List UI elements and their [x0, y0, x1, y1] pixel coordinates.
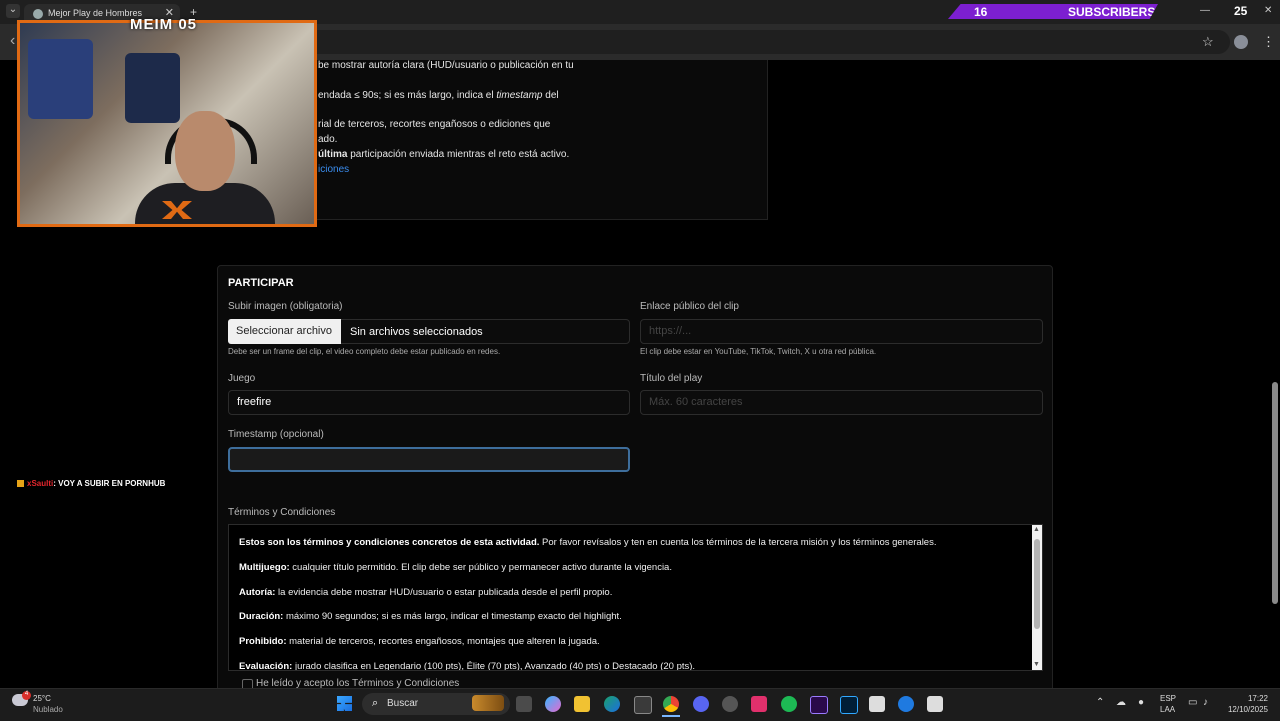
page-scroll-thumb[interactable] — [1272, 382, 1278, 604]
game-label: Juego — [228, 373, 256, 384]
subscriber-count: 16 — [974, 5, 988, 19]
chat-user: xSaulti — [27, 479, 54, 488]
terms-label: Términos y Condiciones — [228, 507, 336, 518]
rules-line: rial de terceros, recortes engañosos o e… — [318, 119, 551, 130]
language-primary[interactable]: ESP — [1160, 694, 1176, 703]
link-help: El clip debe estar en YouTube, TikTok, T… — [640, 347, 877, 356]
bookmark-star-icon[interactable]: ☆ — [1202, 34, 1214, 50]
link-placeholder: https://... — [649, 325, 692, 337]
title-placeholder: Máx. 60 caracteres — [649, 396, 743, 408]
browser-menu-icon[interactable]: ⋮ — [1262, 34, 1275, 50]
tray-chevron-icon[interactable]: ⌃ — [1096, 697, 1104, 708]
weather-text: Nublado — [33, 705, 63, 714]
form-heading: PARTICIPAR — [228, 277, 294, 289]
image-label: Subir imagen (obligatoria) — [228, 301, 343, 312]
jersey-image — [125, 53, 180, 123]
jersey-image — [28, 39, 93, 119]
rules-line: endada ≤ 90s; si es más largo, indica el… — [318, 90, 559, 101]
capcut-icon[interactable] — [869, 696, 885, 712]
network-icon[interactable]: ▭ — [1188, 697, 1197, 708]
store-icon[interactable] — [634, 696, 652, 714]
volume-icon[interactable]: ♪ — [1203, 697, 1208, 708]
search-label: Buscar — [387, 698, 419, 709]
search-highlight-icon — [472, 695, 504, 711]
address-bar[interactable] — [300, 30, 1230, 54]
back-button[interactable]: ‹ — [10, 32, 15, 50]
app-icon[interactable] — [898, 696, 914, 712]
scroll-down-icon[interactable]: ▼ — [1033, 661, 1040, 668]
clock-date[interactable]: 12/10/2025 — [1218, 705, 1268, 714]
cloud-icon[interactable]: ☁ — [1116, 697, 1126, 708]
timestamp-label: Timestamp (opcional) — [228, 429, 324, 440]
rules-line: última participación enviada mientras el… — [318, 149, 570, 160]
close-window-icon[interactable]: ✕ — [1264, 5, 1272, 16]
file-status: Sin archivos seleccionados — [350, 326, 483, 338]
rules-line: be mostrar autoría clara (HUD/usuario o … — [318, 60, 574, 71]
play-title-input[interactable]: Máx. 60 caracteres — [640, 390, 1043, 415]
terms-box[interactable]: Estos son los términos y condiciones con… — [228, 524, 1043, 671]
terms-paragraph: Prohibido: material de terceros, recorte… — [239, 636, 600, 647]
tab-favicon-icon — [33, 9, 43, 19]
subscriber-goal: 25 — [1234, 4, 1248, 18]
clock-time[interactable]: 17:22 — [1218, 694, 1268, 703]
terms-paragraph: Evaluación: jurado clasifica en Legendar… — [239, 661, 696, 671]
search-icon: ⌕ — [372, 697, 379, 709]
scroll-thumb[interactable] — [1034, 539, 1040, 629]
capcut-2-icon[interactable] — [927, 696, 943, 712]
title-label: Título del play — [640, 373, 703, 384]
terms-paragraph: Duración: máximo 90 segundos; si es más … — [239, 611, 622, 622]
game-input[interactable]: freefire — [228, 390, 630, 415]
terms-paragraph: Multijuego: cualquier título permitido. … — [239, 562, 672, 573]
language-secondary[interactable]: LAA — [1160, 705, 1175, 714]
webcam-overlay — [17, 20, 317, 227]
premiere-icon[interactable] — [810, 696, 828, 714]
terms-paragraph: Autoría: la evidencia debe mostrar HUD/u… — [239, 587, 613, 598]
chat-badge-icon — [17, 480, 24, 487]
minimize-icon[interactable]: — — [1200, 5, 1210, 16]
profile-avatar[interactable] — [1234, 35, 1248, 49]
page-scrollbar[interactable] — [1270, 60, 1280, 688]
clip-link-input[interactable]: https://... — [640, 319, 1043, 344]
terms-paragraph: Estos son los términos y condiciones con… — [239, 537, 937, 548]
subscriber-label: SUBSCRIBERS — [1068, 5, 1156, 19]
microphone-icon[interactable]: ● — [1138, 697, 1144, 708]
subscriber-bar: 16 SUBSCRIBERS — [948, 4, 1158, 19]
edge-icon[interactable] — [604, 696, 620, 712]
tab-search-button[interactable]: ⌄ — [6, 4, 20, 18]
tab-title: Mejor Play de Hombres — [48, 8, 143, 18]
temperature: 25°C — [33, 694, 51, 703]
spotify-icon[interactable] — [781, 696, 797, 712]
rules-line: ado. — [318, 134, 338, 145]
discord-icon[interactable] — [693, 696, 709, 712]
chat-message: xSaulti: VOY A SUBIR EN PORNHUB — [17, 479, 165, 488]
file-explorer-icon[interactable] — [574, 696, 590, 712]
choose-file-button[interactable]: Seleccionar archivo — [228, 319, 341, 344]
terms-link[interactable]: iciones — [318, 164, 349, 175]
chrome-icon[interactable] — [663, 696, 679, 712]
active-app-indicator — [662, 715, 680, 717]
obs-icon[interactable] — [722, 696, 738, 712]
stream-title: MEIM 05 — [130, 16, 198, 33]
chat-text: : VOY A SUBIR EN PORNHUB — [53, 479, 166, 488]
task-view-icon[interactable] — [516, 696, 532, 712]
copilot-icon[interactable] — [545, 696, 561, 712]
photoshop-icon[interactable] — [840, 696, 858, 714]
image-help: Debe ser un frame del clip, el video com… — [228, 347, 501, 356]
streamer-face — [175, 111, 235, 191]
timestamp-input[interactable] — [228, 447, 630, 472]
link-label: Enlace público del clip — [640, 301, 739, 312]
terms-scrollbar[interactable]: ▲ ▼ — [1032, 525, 1042, 670]
weather-badge: 4 — [22, 691, 31, 700]
tiktok-icon[interactable] — [751, 696, 767, 712]
scroll-up-icon[interactable]: ▲ — [1033, 526, 1040, 533]
